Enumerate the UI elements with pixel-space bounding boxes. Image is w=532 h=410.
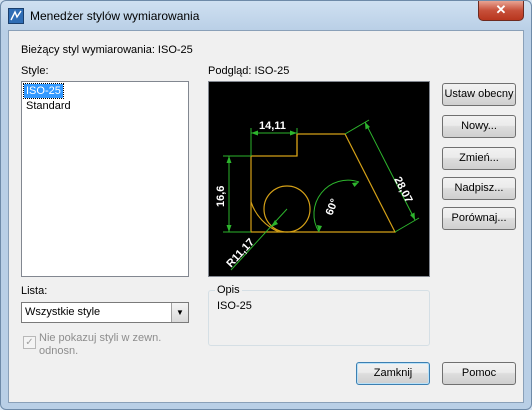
dimension-preview: 14,11 16,6 28,07 60° R11,17 (208, 81, 430, 277)
dim-top-width: 14,11 (259, 120, 286, 132)
style-item-iso-25[interactable]: ISO-25 (23, 83, 64, 99)
override-style-button[interactable]: Nadpisz... (442, 177, 516, 200)
current-style-label: Bieżący styl wymiarowania: ISO-25 (21, 44, 193, 56)
compare-styles-button[interactable]: Porównaj... (442, 207, 516, 230)
dim-radius: R11,17 (224, 236, 257, 270)
new-style-button[interactable]: Nowy... (442, 115, 516, 138)
dim-slant: 28,07 (391, 175, 414, 205)
list-filter-value: Wszystkie style (25, 306, 101, 318)
list-filter-label: Lista: (21, 285, 48, 297)
part-outline (250, 133, 396, 233)
window-title: Menedżer stylów wymiarowania (30, 9, 200, 23)
chevron-down-icon[interactable]: ▼ (171, 303, 188, 322)
hide-xref-styles-label: Nie pokazuj styli w zewn. odnosn. (39, 332, 162, 357)
preview-drawing: 14,11 16,6 28,07 60° R11,17 (215, 119, 420, 271)
close-window-button[interactable]: ✕ (478, 1, 524, 21)
set-current-button[interactable]: Ustaw obecny (442, 83, 516, 106)
styles-listbox[interactable]: ISO-25 Standard (21, 81, 189, 277)
hide-xref-styles-checkbox[interactable]: ✓ (23, 336, 36, 349)
description-legend: Opis (215, 284, 242, 296)
help-button[interactable]: Pomoc (442, 362, 516, 385)
preview-label: Podgląd: ISO-25 (208, 65, 290, 77)
description-group: Opis ISO-25 (208, 284, 430, 346)
app-icon (8, 8, 24, 24)
modify-style-button[interactable]: Zmień... (442, 147, 516, 170)
dim-angle: 60° (324, 197, 341, 217)
close-button[interactable]: Zamknij (356, 362, 430, 385)
dimension-style-manager-window: Menedżer stylów wymiarowania ✕ Bieżący s… (0, 0, 532, 410)
list-filter-dropdown[interactable]: Wszystkie style ▼ (21, 302, 189, 323)
title-bar[interactable]: Menedżer stylów wymiarowania ✕ (1, 1, 531, 29)
dim-left-height: 16,6 (215, 186, 227, 207)
description-text: ISO-25 (217, 300, 252, 312)
style-item-standard[interactable]: Standard (24, 99, 73, 113)
styles-label: Style: (21, 65, 49, 77)
dialog-client-area: Bieżący styl wymiarowania: ISO-25 Style:… (8, 30, 524, 403)
